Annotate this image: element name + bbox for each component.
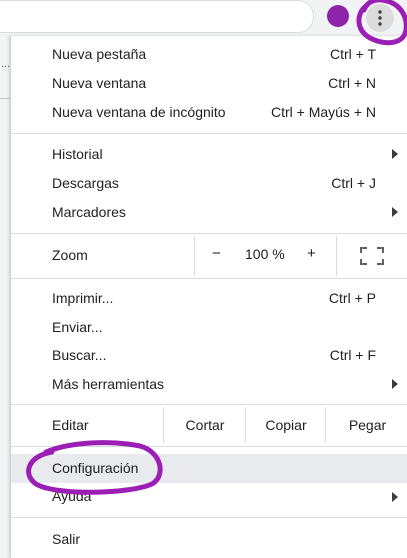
menu-item-more-tools[interactable]: Más herramientas xyxy=(11,369,407,398)
menu-item-label: Enviar... xyxy=(52,318,103,335)
menu-item-history[interactable]: Historial xyxy=(11,139,407,168)
address-bar[interactable] xyxy=(0,0,314,33)
menu-separator xyxy=(11,133,407,134)
menu-item-shortcut: Ctrl + J xyxy=(331,174,376,191)
zoom-label: Zoom xyxy=(52,247,88,263)
menu-item-find[interactable]: Buscar... Ctrl + F xyxy=(11,340,407,369)
menu-separator xyxy=(11,278,407,279)
copy-button[interactable]: Copiar xyxy=(245,407,326,443)
menu-item-settings[interactable]: Configuración xyxy=(11,454,407,483)
edit-label: Editar xyxy=(52,417,89,433)
menu-item-cast[interactable]: Enviar... xyxy=(11,312,407,341)
profile-avatar[interactable] xyxy=(327,5,349,27)
menu-item-incognito[interactable]: Nueva ventana de incógnito Ctrl + Mayús … xyxy=(11,97,407,126)
chrome-menu: Nueva pestaña Ctrl + T Nueva ventana Ctr… xyxy=(10,36,407,558)
menu-item-help[interactable]: Ayuda xyxy=(11,482,407,511)
menu-item-bookmarks[interactable]: Marcadores xyxy=(11,197,407,226)
menu-separator xyxy=(11,233,407,234)
menu-button[interactable] xyxy=(366,4,394,32)
menu-item-label: Historial xyxy=(52,145,103,162)
menu-item-label: Buscar... xyxy=(52,346,107,363)
menu-item-label: Salir xyxy=(52,530,81,547)
menu-item-downloads[interactable]: Descargas Ctrl + J xyxy=(11,168,407,197)
zoom-out-button[interactable]: − xyxy=(212,245,221,262)
menu-item-shortcut: Ctrl + T xyxy=(329,45,376,62)
menu-separator xyxy=(11,517,407,518)
edit-row: Editar Cortar Copiar Pegar xyxy=(11,407,407,443)
fullscreen-icon[interactable] xyxy=(360,247,384,265)
submenu-arrow-icon xyxy=(392,207,398,217)
menu-item-shortcut: Ctrl + F xyxy=(329,346,376,363)
menu-item-label: Nueva pestaña xyxy=(52,45,147,62)
menu-item-label: Configuración xyxy=(52,460,139,476)
page-edge: ... xyxy=(0,36,10,558)
cut-button[interactable]: Cortar xyxy=(163,407,246,443)
menu-item-new-window[interactable]: Nueva ventana Ctrl + N xyxy=(11,68,407,97)
menu-item-label: Imprimir... xyxy=(52,289,114,306)
menu-item-shortcut: Ctrl + Mayús + N xyxy=(270,103,376,120)
zoom-value: 100 % xyxy=(245,246,285,262)
zoom-divider xyxy=(194,236,195,276)
menu-item-label: Marcadores xyxy=(52,203,126,220)
paste-button[interactable]: Pegar xyxy=(325,407,407,443)
zoom-divider xyxy=(336,236,337,276)
submenu-arrow-icon xyxy=(392,492,398,502)
menu-item-label: Ayuda xyxy=(52,488,92,504)
menu-item-exit[interactable]: Salir xyxy=(11,524,407,553)
three-dots-vertical-icon xyxy=(378,10,382,26)
menu-item-label: Nueva ventana xyxy=(52,74,147,91)
menu-item-shortcut: Ctrl + N xyxy=(328,74,376,91)
menu-item-shortcut: Ctrl + P xyxy=(328,289,376,306)
menu-separator xyxy=(11,404,407,405)
menu-item-print[interactable]: Imprimir... Ctrl + P xyxy=(11,283,407,312)
browser-toolbar xyxy=(0,0,407,36)
menu-item-label: Descargas xyxy=(52,174,119,191)
page-edge-dots: ... xyxy=(1,58,11,70)
zoom-row: Zoom − 100 % + xyxy=(11,236,407,276)
submenu-arrow-icon xyxy=(392,149,398,159)
submenu-arrow-icon xyxy=(392,379,398,389)
menu-item-new-tab[interactable]: Nueva pestaña Ctrl + T xyxy=(11,39,407,68)
menu-separator xyxy=(11,446,407,447)
zoom-in-button[interactable]: + xyxy=(307,245,316,262)
menu-item-label: Nueva ventana de incógnito xyxy=(52,103,226,120)
menu-item-label: Más herramientas xyxy=(52,375,165,392)
